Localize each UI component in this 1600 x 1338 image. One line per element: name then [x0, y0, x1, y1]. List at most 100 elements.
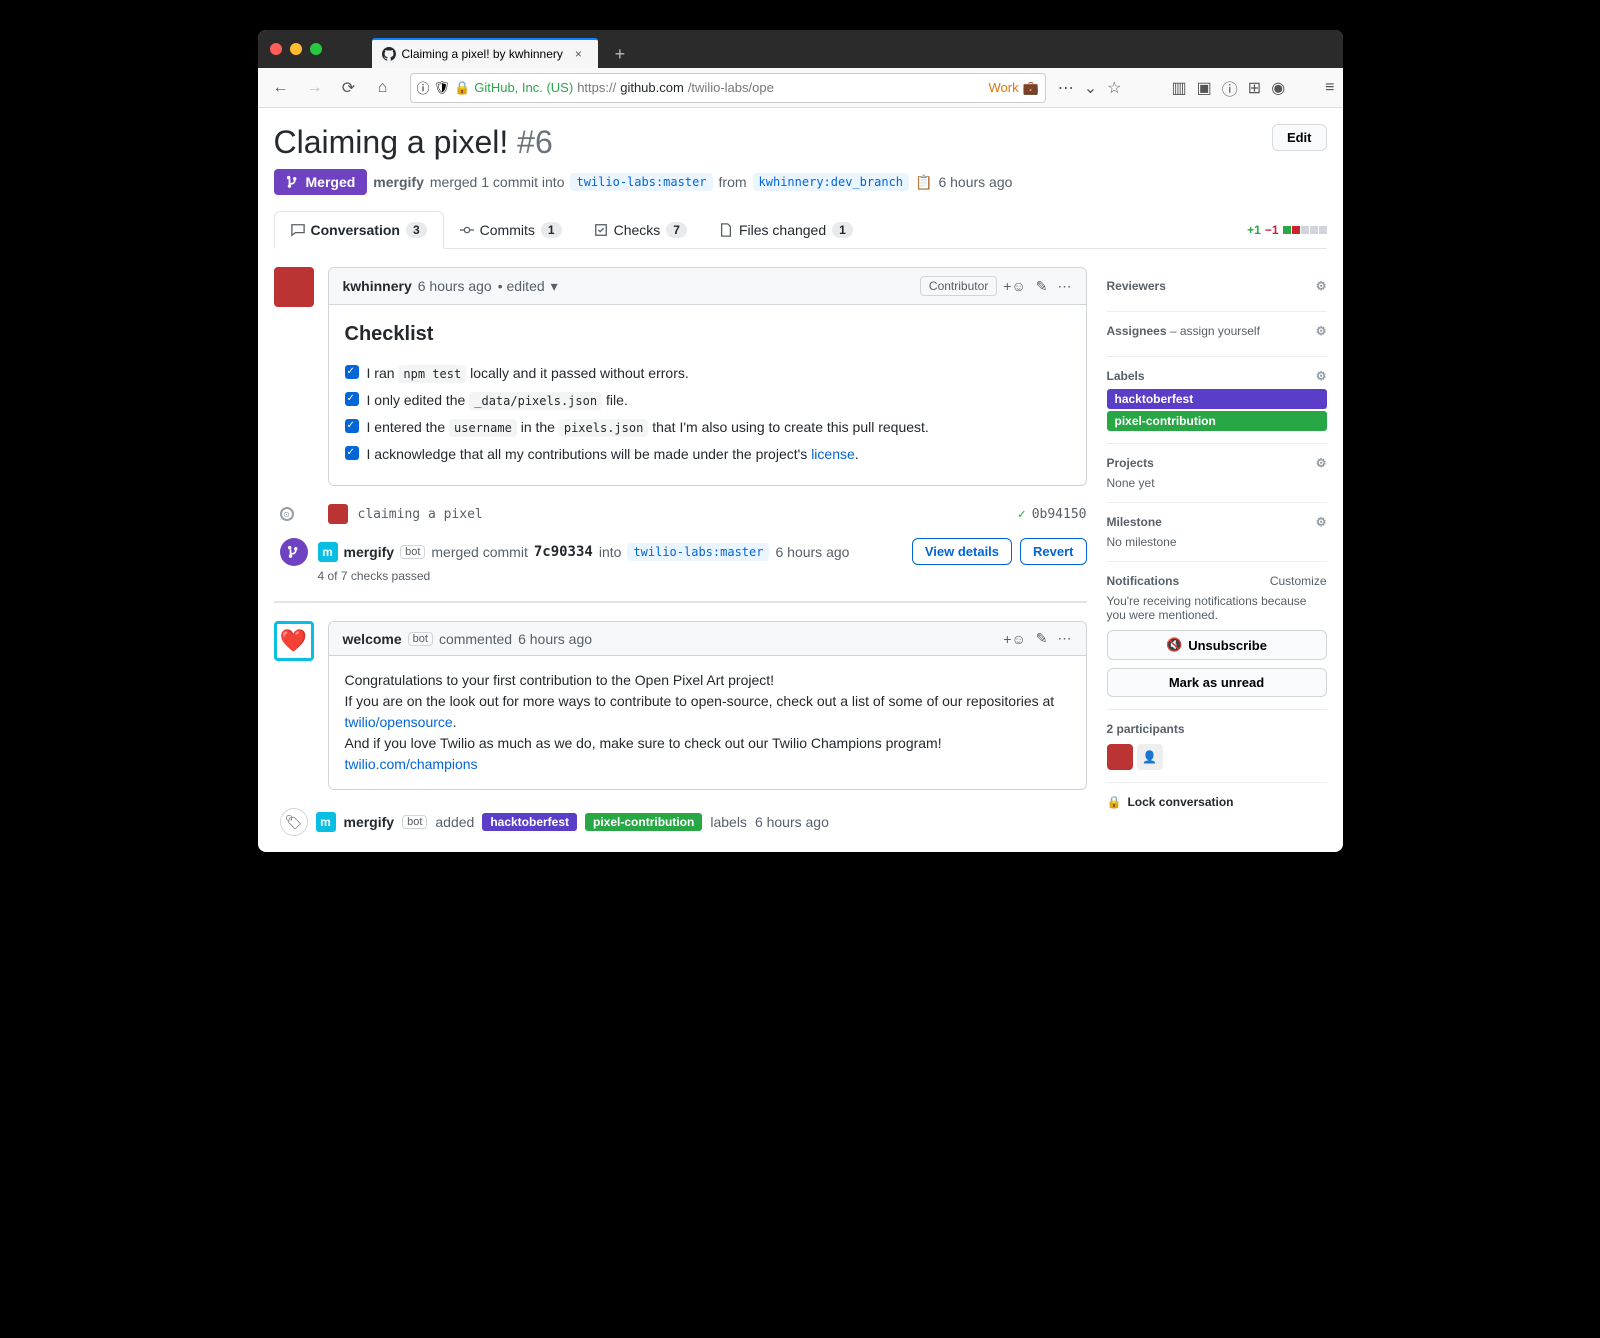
comment-author[interactable]: kwhinnery [343, 278, 412, 294]
addons-icon[interactable]: ⊞ [1248, 78, 1261, 98]
info-icon[interactable]: ⓘ [417, 78, 430, 97]
view-details-button[interactable]: View details [912, 538, 1012, 565]
lock-conversation-link[interactable]: 🔒Lock conversation [1107, 783, 1327, 809]
caret-down-icon[interactable]: ▾ [551, 278, 558, 295]
sidebar-label-hacktoberfest[interactable]: hacktoberfest [1107, 389, 1327, 409]
add-reaction-button[interactable]: +☺ [1003, 278, 1025, 294]
lock-icon[interactable]: 🔒 [454, 80, 470, 96]
mark-unread-button[interactable]: Mark as unread [1107, 668, 1327, 697]
base-branch[interactable]: twilio-labs:master [570, 173, 712, 191]
tab-checks[interactable]: Checks7 [578, 212, 703, 248]
assign-yourself-link[interactable]: – assign yourself [1170, 324, 1260, 338]
deletions: −1 [1265, 223, 1279, 237]
commit-sha[interactable]: ✓0b94150 [1018, 507, 1087, 522]
edit-comment-button[interactable]: ✎ [1036, 278, 1048, 295]
comment-body: Checklist I ran npm test locally and it … [329, 305, 1086, 485]
page-actions-button[interactable]: ⋯ [1058, 78, 1074, 98]
close-window-button[interactable] [270, 43, 282, 55]
participant-avatar[interactable] [1107, 744, 1133, 770]
commit-message[interactable]: claiming a pixel [358, 507, 483, 522]
back-button[interactable]: ← [266, 73, 296, 103]
gear-icon[interactable]: ⚙ [1316, 369, 1327, 383]
customize-link[interactable]: Customize [1270, 574, 1327, 588]
kebab-menu-button[interactable]: ⋯ [1058, 278, 1072, 295]
reload-button[interactable]: ⟳ [334, 73, 364, 103]
merged-by-user[interactable]: mergify [373, 174, 424, 190]
sidebar: Reviewers⚙ Assignees – assign yourself⚙ … [1107, 267, 1327, 836]
participants-heading: 2 participants [1107, 722, 1185, 736]
copy-icon[interactable]: 📋 [915, 174, 932, 191]
merge-event: m mergify bot merged commit 7c90334 into… [280, 538, 1087, 583]
gear-icon[interactable]: ⚙ [1316, 324, 1327, 338]
comment-header: kwhinnery 6 hours ago • edited ▾ Contrib… [329, 268, 1086, 305]
tab-conversation[interactable]: Conversation3 [274, 211, 444, 249]
close-tab-button[interactable]: × [569, 47, 588, 61]
account-icon[interactable]: ◉ [1271, 78, 1285, 98]
pocket-icon[interactable]: ⌄ [1084, 78, 1097, 98]
checkbox-checked[interactable] [345, 365, 359, 379]
commits-count: 1 [541, 222, 562, 238]
github-icon [382, 47, 396, 61]
edit-button[interactable]: Edit [1272, 124, 1327, 151]
menu-button[interactable]: ≡ [1325, 79, 1334, 97]
mergify-avatar[interactable]: m [318, 542, 338, 562]
gear-icon[interactable]: ⚙ [1316, 456, 1327, 470]
shield-icon[interactable]: 🛡 [434, 80, 451, 96]
checklist-item: I only edited the _data/pixels.json file… [345, 390, 1070, 411]
gear-icon[interactable]: ⚙ [1316, 515, 1327, 529]
forward-button: → [300, 73, 330, 103]
commit-avatar[interactable] [328, 504, 348, 524]
champions-link[interactable]: twilio.com/champions [345, 756, 478, 772]
edit-comment-button[interactable]: ✎ [1036, 630, 1048, 647]
bookmark-star-icon[interactable]: ☆ [1107, 78, 1121, 98]
label-actor[interactable]: mergify [344, 814, 395, 830]
comment-author[interactable]: welcome [343, 631, 402, 647]
tab-commits[interactable]: Commits1 [444, 212, 578, 248]
new-tab-button[interactable]: + [606, 40, 634, 68]
pr-tabs: Conversation3 Commits1 Checks7 Files cha… [274, 211, 1327, 249]
merge-commit-sha[interactable]: 7c90334 [534, 544, 593, 560]
edited-indicator[interactable]: • edited [498, 278, 545, 294]
tab-files[interactable]: Files changed1 [703, 212, 869, 248]
checklist-item: I entered the username in the pixels.jso… [345, 417, 1070, 438]
mergify-avatar[interactable]: m [316, 812, 336, 832]
revert-button[interactable]: Revert [1020, 538, 1086, 565]
kebab-menu-button[interactable]: ⋯ [1058, 630, 1072, 647]
fullscreen-window-button[interactable] [310, 43, 322, 55]
gear-icon[interactable]: ⚙ [1316, 279, 1327, 293]
info-button[interactable]: ⓘ [1222, 76, 1238, 100]
address-bar[interactable]: ⓘ 🛡 🔒 GitHub, Inc. (US) https://github.c… [410, 73, 1046, 103]
comment-1: kwhinnery 6 hours ago • edited ▾ Contrib… [274, 267, 1087, 486]
minimize-window-button[interactable] [290, 43, 302, 55]
url-path: /twilio-labs/ope [688, 80, 774, 95]
titlebar: Claiming a pixel! by kwhinnery × + [258, 30, 1343, 68]
label-hacktoberfest[interactable]: hacktoberfest [482, 813, 577, 831]
head-branch[interactable]: kwhinnery:dev_branch [753, 173, 910, 191]
labels-heading: Labels [1107, 369, 1145, 383]
bot-badge: bot [402, 815, 427, 829]
notification-reason: You're receiving notifications because y… [1107, 594, 1327, 622]
add-reaction-button[interactable]: +☺ [1003, 631, 1025, 647]
unsubscribe-button[interactable]: 🔇Unsubscribe [1107, 630, 1327, 660]
license-link[interactable]: license [811, 446, 855, 462]
avatar-welcome-bot[interactable]: ❤️ [274, 621, 314, 661]
checklist-heading: Checklist [345, 319, 1070, 349]
sidebar-icon[interactable]: ▣ [1197, 78, 1212, 98]
twilio-opensource-link[interactable]: twilio/opensource [345, 714, 453, 730]
library-icon[interactable]: ▥ [1172, 78, 1187, 98]
avatar-kwhinnery[interactable] [274, 267, 314, 307]
sidebar-label-pixel[interactable]: pixel-contribution [1107, 411, 1327, 431]
merge-target-branch[interactable]: twilio-labs:master [627, 543, 769, 561]
participant-avatar[interactable]: 👤 [1137, 744, 1163, 770]
milestone-none: No milestone [1107, 535, 1327, 549]
browser-tab[interactable]: Claiming a pixel! by kwhinnery × [372, 38, 598, 68]
checkbox-checked[interactable] [345, 446, 359, 460]
checkbox-checked[interactable] [345, 419, 359, 433]
label-pixel-contribution[interactable]: pixel-contribution [585, 813, 702, 831]
merge-actor[interactable]: mergify [344, 544, 395, 560]
checkbox-checked[interactable] [345, 392, 359, 406]
comment-time: 6 hours ago [418, 278, 492, 294]
home-button[interactable]: ⌂ [368, 73, 398, 103]
comment-time: 6 hours ago [518, 631, 592, 647]
browser-window: Claiming a pixel! by kwhinnery × + ← → ⟳… [258, 30, 1343, 852]
